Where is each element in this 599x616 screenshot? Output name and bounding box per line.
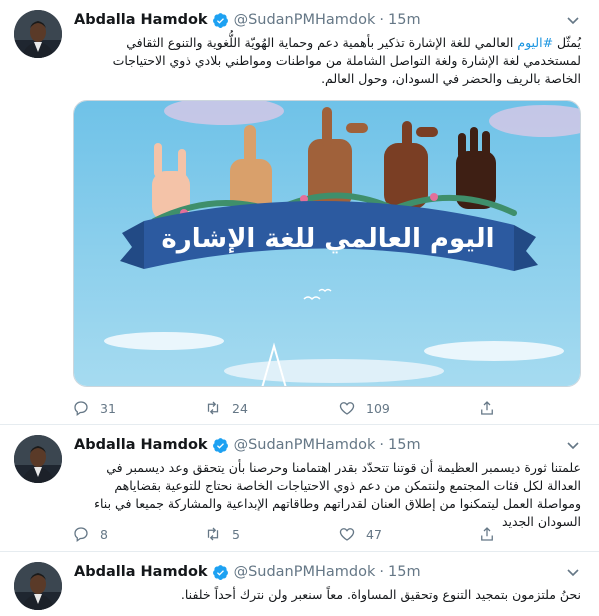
separator-dot: · bbox=[379, 437, 384, 453]
author-handle[interactable]: @SudanPMHamdok bbox=[234, 437, 376, 453]
like-count: 109 bbox=[366, 400, 390, 416]
reply-button[interactable]: 8 bbox=[72, 524, 108, 544]
share-icon bbox=[481, 527, 493, 541]
like-button[interactable]: 109 bbox=[338, 398, 390, 418]
reply-count: 31 bbox=[100, 400, 116, 416]
tweet-1[interactable]: Abdalla Hamdok @SudanPMHamdok · 15m يُمث… bbox=[0, 0, 599, 425]
retweet-count: 5 bbox=[232, 526, 240, 542]
chevron-down-icon[interactable] bbox=[565, 437, 581, 453]
avatar[interactable] bbox=[14, 10, 62, 58]
tweet-actions: 8 5 47 bbox=[72, 524, 572, 544]
tweet-text-rest: العالمي للغة الإشارة تذكير بأهمية دعم وح… bbox=[112, 35, 581, 86]
verified-badge-icon bbox=[212, 437, 229, 454]
chevron-down-icon[interactable] bbox=[565, 12, 581, 28]
verified-badge-icon bbox=[212, 12, 229, 29]
tweet-actions: 31 24 109 bbox=[72, 398, 572, 418]
tweet-image[interactable]: اليوم العالمي للغة الإشارة bbox=[73, 100, 581, 387]
like-count: 47 bbox=[366, 526, 382, 542]
retweet-icon bbox=[207, 527, 219, 541]
tweet-text: علمتنا ثورة ديسمبر العظيمة أن قوتنا تتحد… bbox=[94, 460, 581, 529]
chevron-down-icon[interactable] bbox=[565, 564, 581, 580]
separator-dot: · bbox=[379, 564, 384, 580]
share-button[interactable] bbox=[478, 398, 496, 418]
media-caption: اليوم العالمي للغة الإشارة bbox=[161, 224, 494, 254]
author-name[interactable]: Abdalla Hamdok bbox=[74, 437, 208, 453]
tweet-header: Abdalla Hamdok @SudanPMHamdok · 15m bbox=[74, 10, 421, 30]
reply-icon bbox=[74, 527, 88, 543]
author-name[interactable]: Abdalla Hamdok bbox=[74, 564, 208, 580]
author-handle[interactable]: @SudanPMHamdok bbox=[234, 12, 376, 28]
like-icon bbox=[339, 528, 355, 541]
timestamp[interactable]: 15m bbox=[388, 12, 421, 28]
tweet-header: Abdalla Hamdok @SudanPMHamdok · 15m bbox=[74, 435, 421, 455]
timestamp[interactable]: 15m bbox=[388, 564, 421, 580]
tweet-text: نحنُ ملتزمون بتمجيد التنوع وتحقيق المساو… bbox=[180, 587, 581, 602]
retweet-icon bbox=[207, 401, 219, 415]
tweet-2[interactable]: Abdalla Hamdok @SudanPMHamdok · 15m علمت… bbox=[0, 425, 599, 552]
share-button[interactable] bbox=[478, 524, 496, 544]
retweet-button[interactable]: 24 bbox=[204, 398, 248, 418]
reply-count: 8 bbox=[100, 526, 108, 542]
tweet-text: يُمثّل #اليوم العالمي للغة الإشارة تذكير… bbox=[74, 34, 581, 90]
hashtag-link[interactable]: #اليوم bbox=[517, 35, 553, 50]
tweet-header: Abdalla Hamdok @SudanPMHamdok · 15m bbox=[74, 562, 421, 582]
separator-dot: · bbox=[379, 12, 384, 28]
reply-button[interactable]: 31 bbox=[72, 398, 116, 418]
like-button[interactable]: 47 bbox=[338, 524, 382, 544]
author-name[interactable]: Abdalla Hamdok bbox=[74, 12, 208, 28]
tweet-3[interactable]: Abdalla Hamdok @SudanPMHamdok · 15m نحنُ… bbox=[0, 552, 599, 616]
share-icon bbox=[481, 401, 493, 415]
retweet-count: 24 bbox=[232, 400, 248, 416]
verified-badge-icon bbox=[212, 564, 229, 581]
timestamp[interactable]: 15m bbox=[388, 437, 421, 453]
author-handle[interactable]: @SudanPMHamdok bbox=[234, 564, 376, 580]
tweet-text-start: يُمثّل bbox=[557, 35, 581, 50]
like-icon bbox=[339, 402, 355, 415]
avatar[interactable] bbox=[14, 562, 62, 610]
retweet-button[interactable]: 5 bbox=[204, 524, 240, 544]
reply-icon bbox=[74, 401, 88, 417]
avatar[interactable] bbox=[14, 435, 62, 483]
